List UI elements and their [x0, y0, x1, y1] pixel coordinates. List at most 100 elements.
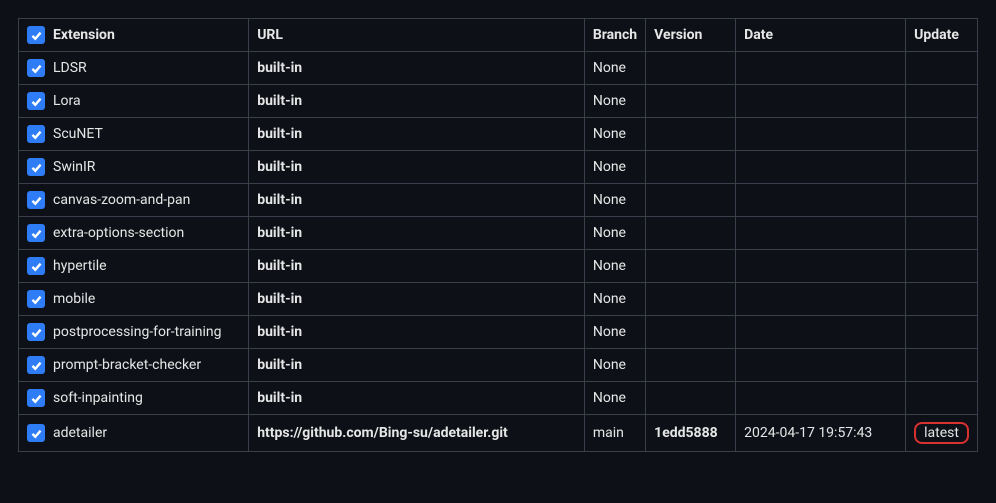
checkbox-icon[interactable] — [27, 158, 45, 176]
cell-extension: SwinIR — [19, 151, 249, 184]
checkbox-icon[interactable] — [27, 59, 45, 77]
extension-url: built-in — [257, 324, 302, 340]
extensions-table: Extension URL Branch Version Date Update… — [18, 18, 978, 452]
cell-version — [646, 349, 736, 382]
cell-date — [736, 151, 906, 184]
extension-name: LDSR — [53, 60, 87, 76]
extension-url[interactable]: https://github.com/Bing-su/adetailer.git — [257, 425, 508, 441]
cell-extension: prompt-bracket-checker — [19, 349, 249, 382]
cell-branch: None — [584, 250, 645, 283]
extension-name: hypertile — [53, 258, 107, 274]
cell-update — [906, 118, 978, 151]
extension-name: soft-inpainting — [53, 390, 143, 406]
header-date: Date — [736, 19, 906, 52]
cell-url: built-in — [249, 184, 585, 217]
cell-url: built-in — [249, 151, 585, 184]
cell-version — [646, 316, 736, 349]
cell-url: built-in — [249, 316, 585, 349]
extension-url: built-in — [257, 93, 302, 109]
extension-url: built-in — [257, 291, 302, 307]
checkbox-icon[interactable] — [27, 92, 45, 110]
cell-date — [736, 184, 906, 217]
cell-update — [906, 250, 978, 283]
header-extension[interactable]: Extension — [19, 19, 249, 52]
cell-update — [906, 349, 978, 382]
cell-branch: None — [584, 184, 645, 217]
cell-update — [906, 283, 978, 316]
cell-update: latest — [906, 415, 978, 452]
cell-url: https://github.com/Bing-su/adetailer.git — [249, 415, 585, 452]
cell-extension: canvas-zoom-and-pan — [19, 184, 249, 217]
cell-date — [736, 349, 906, 382]
extension-name: extra-options-section — [53, 225, 184, 241]
cell-date — [736, 85, 906, 118]
cell-version — [646, 283, 736, 316]
cell-update — [906, 316, 978, 349]
cell-update — [906, 151, 978, 184]
cell-date — [736, 250, 906, 283]
cell-date: 2024-04-17 19:57:43 — [736, 415, 906, 452]
checkbox-icon[interactable] — [27, 125, 45, 143]
cell-version — [646, 52, 736, 85]
cell-extension: hypertile — [19, 250, 249, 283]
table-row: postprocessing-for-trainingbuilt-inNone — [19, 316, 978, 349]
checkbox-icon[interactable] — [27, 191, 45, 209]
cell-date — [736, 283, 906, 316]
extension-url: built-in — [257, 159, 302, 175]
table-row: hypertile built-in None — [19, 250, 978, 283]
cell-update — [906, 217, 978, 250]
extension-name: mobile — [53, 291, 95, 307]
header-update[interactable]: Update — [906, 19, 978, 52]
extension-name: SwinIR — [53, 159, 95, 175]
cell-url: built-in — [249, 52, 585, 85]
cell-extension: extra-options-section — [19, 217, 249, 250]
cell-url: built-in — [249, 283, 585, 316]
checkbox-icon[interactable] — [27, 424, 45, 442]
cell-branch: None — [584, 52, 645, 85]
cell-branch: None — [584, 382, 645, 415]
cell-extension: adetailer — [19, 415, 249, 452]
cell-branch: None — [584, 85, 645, 118]
table-row: adetailer https://github.com/Bing-su/adet… — [19, 415, 978, 452]
cell-url: built-in — [249, 250, 585, 283]
cell-url: built-in — [249, 85, 585, 118]
cell-date — [736, 217, 906, 250]
header-version: Version — [646, 19, 736, 52]
cell-url: built-in — [249, 349, 585, 382]
checkbox-icon[interactable] — [27, 356, 45, 374]
table-row: mobilebuilt-inNone — [19, 283, 978, 316]
cell-branch: None — [584, 217, 645, 250]
cell-update — [906, 85, 978, 118]
cell-version — [646, 118, 736, 151]
table-row: prompt-bracket-checkerbuilt-inNone — [19, 349, 978, 382]
extension-url: built-in — [257, 390, 302, 406]
checkbox-icon[interactable] — [27, 389, 45, 407]
extension-name: canvas-zoom-and-pan — [53, 192, 190, 208]
checkbox-icon[interactable] — [27, 323, 45, 341]
checkbox-icon[interactable] — [27, 26, 45, 44]
extension-name: Lora — [53, 93, 81, 109]
extension-name: adetailer — [53, 425, 107, 441]
cell-extension: postprocessing-for-training — [19, 316, 249, 349]
cell-version: 1edd5888 — [646, 415, 736, 452]
checkbox-icon[interactable] — [27, 224, 45, 242]
header-extension-label[interactable]: Extension — [53, 27, 115, 43]
cell-version — [646, 151, 736, 184]
table-row: extra-options-sectionbuilt-inNone — [19, 217, 978, 250]
table-header-row: Extension URL Branch Version Date Update — [19, 19, 978, 52]
cell-update — [906, 52, 978, 85]
cell-update — [906, 382, 978, 415]
checkbox-icon[interactable] — [27, 290, 45, 308]
table-row: soft-inpainting built-in None — [19, 382, 978, 415]
extension-url: built-in — [257, 126, 302, 142]
extension-name: postprocessing-for-training — [53, 324, 221, 340]
cell-date — [736, 316, 906, 349]
header-url: URL — [249, 19, 585, 52]
extension-name: ScuNET — [53, 126, 103, 142]
cell-date — [736, 382, 906, 415]
cell-version — [646, 250, 736, 283]
extension-url: built-in — [257, 258, 302, 274]
extension-url: built-in — [257, 192, 302, 208]
cell-date — [736, 118, 906, 151]
checkbox-icon[interactable] — [27, 257, 45, 275]
